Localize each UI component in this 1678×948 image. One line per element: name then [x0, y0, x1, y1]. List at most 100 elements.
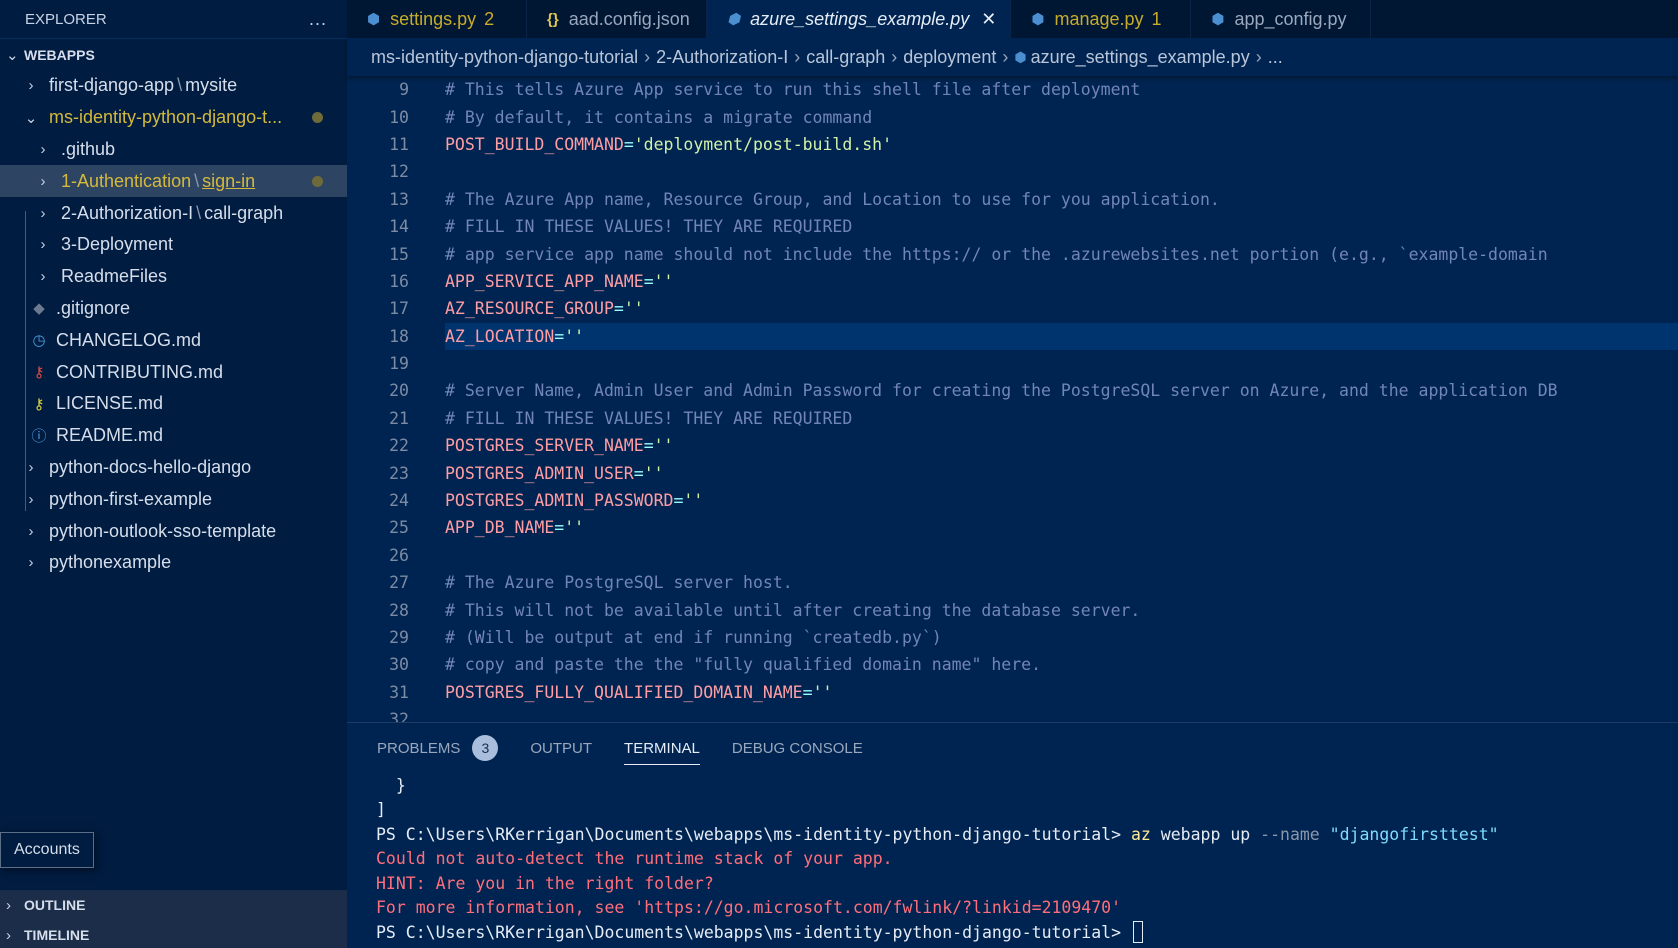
line-number: 18 — [389, 326, 409, 346]
code-line: 24 POSTGRES_ADMIN_PASSWORD='' — [347, 487, 1678, 514]
line-number: 14 — [389, 217, 409, 237]
panel-tabs: PROBLEMS 3 OUTPUT TERMINAL DEBUG CONSOLE — [347, 723, 1678, 773]
code-string: '' — [564, 326, 585, 346]
panel-tab-problems[interactable]: PROBLEMS 3 — [377, 723, 499, 773]
timeline-section-header[interactable]: › TIMELINE — [0, 920, 347, 948]
code-operator: = — [623, 134, 634, 154]
terminal-line: PS C:\Users\RKerrigan\Documents\webapps\… — [376, 822, 1678, 847]
tab-app-config-py[interactable]: ⬢ app_config.py — [1191, 0, 1372, 38]
keys-yellow-icon: ⚷ — [33, 395, 45, 413]
code-line: 10 # By default, it contains a migrate co… — [347, 103, 1678, 130]
tree-folder[interactable]: › ReadmeFiles — [0, 261, 347, 293]
more-actions-icon[interactable]: ... — [309, 9, 327, 30]
panel-tab-label: DEBUG CONSOLE — [731, 739, 863, 757]
tree-folder[interactable]: › .github — [0, 134, 347, 166]
breadcrumb-item[interactable]: call-graph — [806, 47, 885, 68]
code-line: 14 # FILL IN THESE VALUES! THEY ARE REQUI… — [347, 213, 1678, 240]
tree-folder[interactable]: › 1-Authentication \ sign-in — [0, 165, 347, 198]
code-content: POSTGRES_FULLY_QUALIFIED_DOMAIN_NAME='' — [445, 683, 832, 702]
tree-file[interactable]: ◆ .gitignore — [0, 293, 347, 325]
chevron-right-icon: › — [28, 522, 34, 540]
code-comment: # This tells Azure App service to run th… — [445, 80, 1141, 100]
code-comment: # This will not be available until after… — [445, 600, 1141, 620]
terminal-command: az — [1130, 824, 1151, 844]
breadcrumb-item[interactable]: ... — [1268, 47, 1283, 68]
tab-settings-py[interactable]: ⬢ settings.py 2 — [347, 0, 527, 38]
code-content: APP_DB_NAME='' — [445, 518, 584, 537]
tree-folder[interactable]: › python-outlook-sso-template — [0, 515, 347, 547]
outline-section-header[interactable]: › OUTLINE — [0, 890, 347, 920]
tree-file[interactable]: ◷ CHANGELOG.md — [0, 324, 347, 356]
panel-tab-terminal[interactable]: TERMINAL — [624, 723, 700, 773]
terminal-error: For more information, see 'https://go.mi… — [376, 898, 1122, 918]
code-string: 'deployment/post-build.sh' — [633, 134, 893, 154]
code-line: 12 — [347, 158, 1678, 185]
code-editor[interactable]: 9 # This tells Azure App service to run t… — [347, 76, 1678, 722]
terminal-line: } — [376, 773, 1678, 798]
chevron-right-icon: › — [40, 172, 46, 190]
code-content: # By default, it contains a migrate comm… — [445, 108, 872, 127]
python-icon: ⬢ — [367, 11, 381, 28]
terminal-string: "djangofirsttest" — [1319, 824, 1499, 844]
tree-folder[interactable]: › pythonexample — [0, 547, 347, 579]
chevron-right-icon: › — [891, 46, 898, 67]
breadcrumb-item[interactable]: deployment — [903, 47, 996, 68]
breadcrumb-item[interactable]: ms-identity-python-django-tutorial — [371, 47, 638, 68]
code-comment: # Server Name, Admin User and Admin Pass… — [445, 381, 1558, 401]
tree-item-label: CONTRIBUTING.md — [56, 361, 224, 382]
code-line: 29 # (Will be output at end if running `c… — [347, 624, 1678, 651]
line-number: 32 — [389, 710, 409, 722]
code-line: 15 # app service app name should not incl… — [347, 240, 1678, 267]
tab-azure-settings-example-py[interactable]: ⬢ azure_settings_example.py ✕ — [707, 0, 1012, 38]
timeline-label: TIMELINE — [24, 927, 90, 943]
tree-item-label: .github — [61, 138, 116, 159]
chevron-right-icon: › — [1002, 46, 1009, 67]
code-comment: # app service app name should not includ… — [445, 244, 1548, 264]
chevron-right-icon: › — [794, 46, 801, 67]
chevron-right-icon: › — [6, 926, 11, 944]
tree-folder[interactable]: › 2-Authorization-I \ call-graph — [0, 197, 347, 229]
tab-aad-config-json[interactable]: {} aad.config.json — [527, 0, 707, 38]
tree-item-label: README.md — [56, 425, 164, 446]
code-variable: POSTGRES_ADMIN_USER — [445, 463, 634, 483]
terminal-line: For more information, see 'https://go.mi… — [376, 896, 1678, 921]
path-separator: \ — [194, 170, 200, 191]
explorer-header: EXPLORER ... — [0, 0, 347, 38]
tree-folder[interactable]: › python-docs-hello-django — [0, 452, 347, 484]
terminal-output: ] — [376, 800, 386, 820]
code-content: # FILL IN THESE VALUES! THEY ARE REQUIRE… — [445, 217, 852, 236]
code-operator: = — [643, 436, 654, 456]
workspace-section-header[interactable]: ⌄ WEBAPPS — [0, 38, 347, 70]
json-icon: {} — [547, 10, 559, 28]
code-comment: # By default, it contains a migrate comm… — [445, 107, 873, 127]
breadcrumb-item[interactable]: azure_settings_example.py — [1031, 47, 1250, 68]
terminal-prompt: PS C:\Users\RKerrigan\Documents\webapps\… — [376, 922, 1131, 942]
code-line: 9 # This tells Azure App service to run t… — [347, 76, 1678, 103]
python-icon: ⬢ — [727, 11, 741, 28]
breadcrumb-item[interactable]: 2-Authorization-I — [656, 47, 788, 68]
tree-folder[interactable]: ⌄ ms-identity-python-django-t... — [0, 102, 347, 134]
tab-manage-py[interactable]: ⬢ manage.py 1 — [1011, 0, 1192, 38]
panel-tab-output[interactable]: OUTPUT — [530, 723, 592, 773]
tree-file[interactable]: ⚷ LICENSE.md — [0, 388, 347, 420]
tree-file[interactable]: ⚷ CONTRIBUTING.md — [0, 356, 347, 388]
tree-folder[interactable]: › 3-Deployment — [0, 229, 347, 261]
line-number: 12 — [389, 162, 409, 182]
clock-icon: ◷ — [32, 332, 46, 350]
file-tree: › first-django-app \ mysite ⌄ ms-identity-pyt… — [0, 70, 347, 579]
tree-folder[interactable]: › first-django-app \ mysite — [0, 70, 347, 102]
terminal[interactable]: }] PS C:\Users\RKerrigan\Documents\webapp… — [347, 773, 1678, 945]
close-icon[interactable]: ✕ — [981, 9, 996, 30]
tree-folder[interactable]: › python-first-example — [0, 483, 347, 515]
explorer-title: EXPLORER — [25, 10, 107, 28]
code-variable: POSTGRES_ADMIN_PASSWORD — [445, 491, 674, 511]
chevron-right-icon: › — [1255, 46, 1262, 67]
panel-tab-label: TERMINAL — [624, 739, 700, 757]
panel-tab-debug-console[interactable]: DEBUG CONSOLE — [732, 723, 863, 773]
tab-label: aad.config.json — [568, 8, 690, 29]
line-number: 29 — [389, 628, 409, 647]
tree-file[interactable]: ⓘ README.md — [0, 420, 347, 452]
tree-item-label: python-first-example — [49, 488, 213, 509]
tab-label: azure_settings_example.py — [750, 8, 970, 29]
code-comment: # FILL IN THESE VALUES! THEY ARE REQUIRE… — [445, 408, 853, 428]
